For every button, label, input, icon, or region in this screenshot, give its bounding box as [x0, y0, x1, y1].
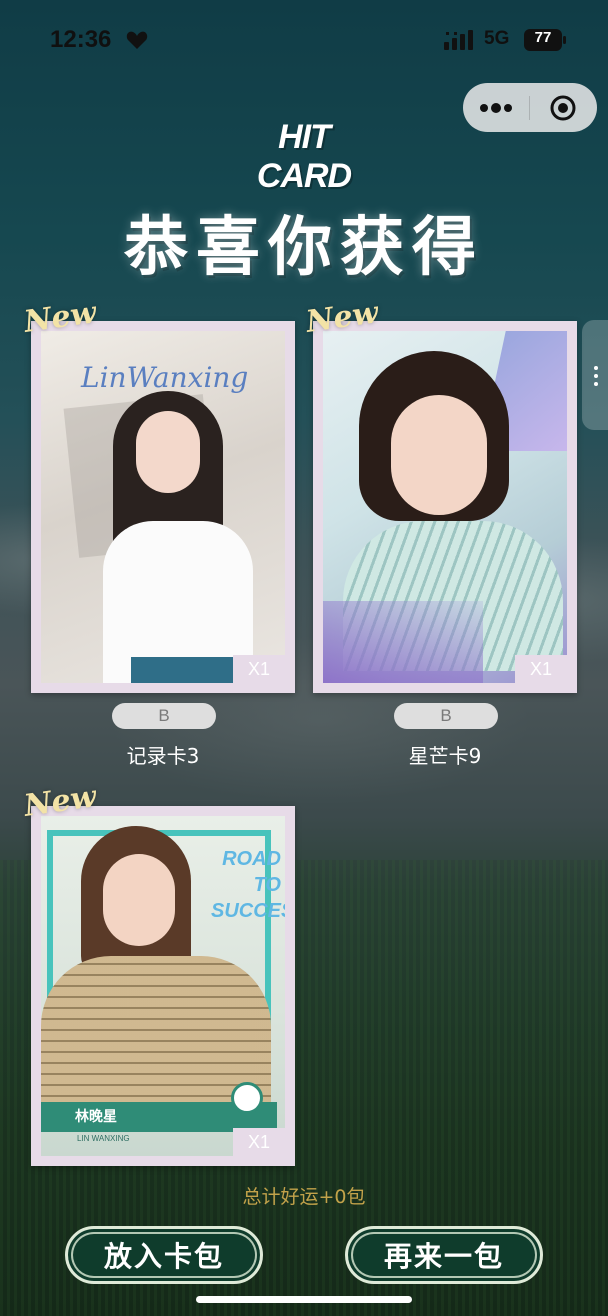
network-label: 5G — [484, 28, 510, 49]
battery-level: 77 — [534, 29, 552, 46]
card-art-name-cn: 林晚星 — [75, 1109, 117, 1125]
luck-total-text: 总计好运+0包 — [242, 1186, 366, 1208]
card-art-shirt — [41, 956, 271, 1106]
card-artwork: ROAD TO SUCCESS 林晚星 LIN WANXING X1 — [41, 816, 285, 1156]
card-quantity: X1 — [233, 655, 285, 683]
card-art-caption: LinWanxing — [81, 361, 249, 394]
signal-icon — [444, 30, 473, 50]
app-logo: HIT CARD — [248, 112, 360, 195]
more-button[interactable] — [463, 83, 529, 132]
card-art-face — [391, 395, 487, 515]
close-miniprogram-button[interactable] — [530, 83, 596, 132]
rarity-badge: B — [394, 703, 498, 729]
rarity-badge: B — [112, 703, 216, 729]
miniprogram-capsule — [463, 83, 597, 132]
page-title: 恭喜你获得 — [124, 210, 484, 285]
another-pack-button[interactable]: 再来一包 — [345, 1226, 543, 1284]
add-to-pack-button[interactable]: 放入卡包 — [65, 1226, 263, 1284]
card-artwork: X1 — [323, 331, 567, 683]
card-frame: X1 — [313, 321, 577, 693]
status-bar: 12:36 5G 77 — [0, 24, 608, 58]
side-drawer-handle[interactable] — [582, 320, 608, 430]
target-close-icon — [550, 95, 576, 120]
card-frame: ROAD TO SUCCESS 林晚星 LIN WANXING X1 — [31, 806, 295, 1166]
card-frame: LinWanxing X1 — [31, 321, 295, 693]
card-art-face — [103, 854, 175, 946]
card-quantity: X1 — [233, 1128, 285, 1156]
logo-text: HIT CARD — [256, 118, 352, 195]
card-art-caption: ROAD TO SUCCESS — [211, 848, 285, 922]
card-art-face — [136, 411, 200, 493]
card-artwork: LinWanxing X1 — [41, 331, 285, 683]
status-time: 12:36 — [50, 26, 112, 53]
card-name: 星芒卡9 — [408, 744, 482, 768]
heart-icon — [126, 31, 148, 49]
card-art-name-en: LIN WANXING — [77, 1134, 130, 1143]
card-art-sparkle — [323, 601, 483, 683]
home-indicator[interactable] — [196, 1296, 412, 1303]
card-name: 记录卡3 — [126, 744, 200, 768]
card-quantity: X1 — [515, 655, 567, 683]
more-dots-icon — [480, 102, 512, 113]
soccer-ball-icon — [231, 1082, 263, 1114]
